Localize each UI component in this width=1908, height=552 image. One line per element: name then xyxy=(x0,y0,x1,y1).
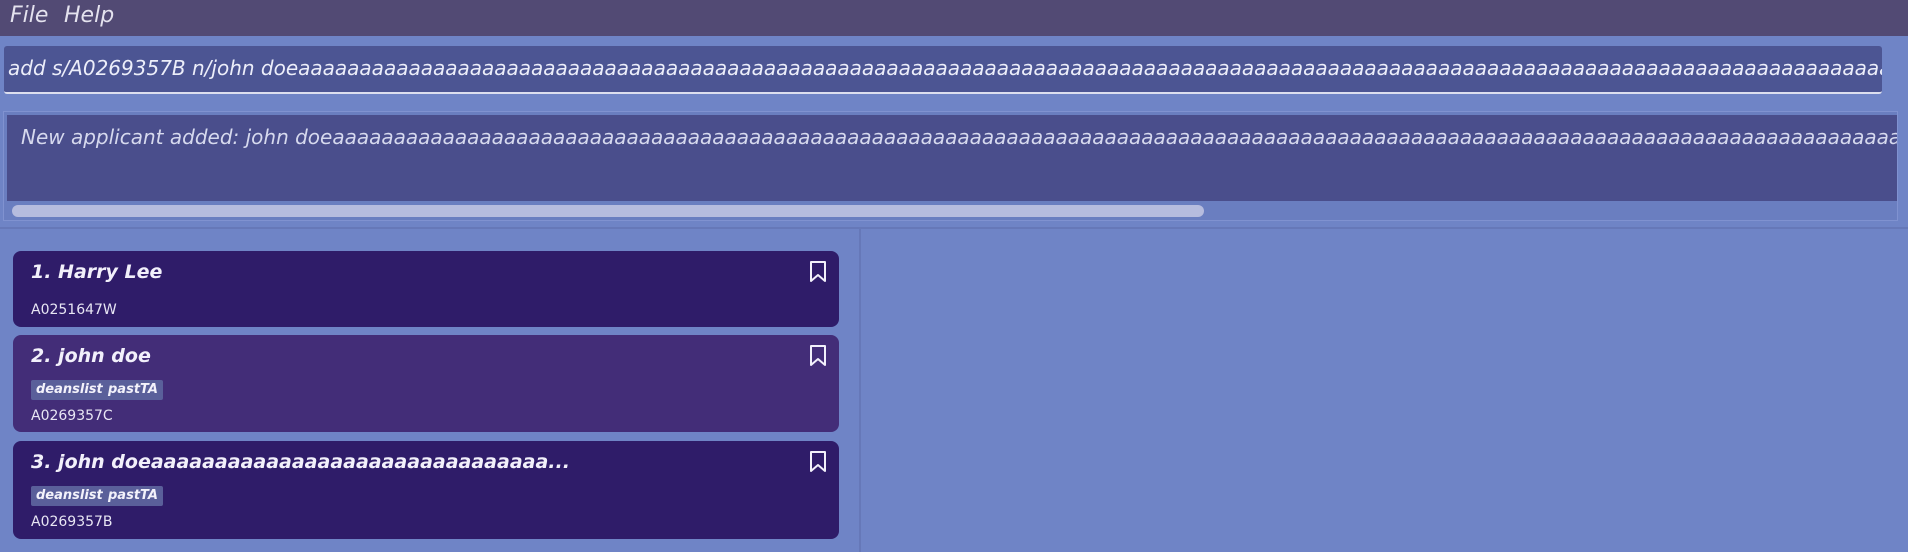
applicant-student-id: A0251647W xyxy=(31,302,117,318)
bookmark-icon[interactable] xyxy=(809,345,827,367)
applicant-name: 1. Harry Lee xyxy=(31,261,163,283)
applicant-card[interactable]: 2. john doe deanslist pastTA A0269357C xyxy=(13,335,839,432)
menu-bar: File Help xyxy=(0,0,1908,36)
tag-deanslist: deanslist xyxy=(31,380,108,400)
bookmark-icon[interactable] xyxy=(809,261,827,283)
bookmark-icon[interactable] xyxy=(809,451,827,473)
tag-deanslist: deanslist xyxy=(31,486,108,506)
applicant-card[interactable]: 3. john doeaaaaaaaaaaaaaaaaaaaaaaaaaaaaa… xyxy=(13,441,839,539)
applicant-name: 3. john doeaaaaaaaaaaaaaaaaaaaaaaaaaaaaa… xyxy=(31,451,570,473)
horizontal-scrollbar-thumb[interactable] xyxy=(12,205,1204,217)
result-display: New applicant added: john doeaaaaaaaaaaa… xyxy=(3,111,1898,221)
result-text-area[interactable]: New applicant added: john doeaaaaaaaaaaa… xyxy=(7,115,1897,201)
result-message: New applicant added: john doeaaaaaaaaaaa… xyxy=(21,125,1897,149)
applicant-student-id: A0269357C xyxy=(31,408,113,424)
menu-file[interactable]: File xyxy=(10,2,48,30)
tag-pastta: pastTA xyxy=(103,486,163,506)
panel-divider xyxy=(0,227,1908,229)
split-pane-divider[interactable] xyxy=(859,229,861,552)
applicant-card[interactable]: 1. Harry Lee A0251647W xyxy=(13,251,839,327)
applicant-student-id: A0269357B xyxy=(31,514,113,530)
menu-help[interactable]: Help xyxy=(64,2,114,30)
command-box[interactable]: add s/A0269357B n/john doeaaaaaaaaaaaaaa… xyxy=(4,46,1882,94)
command-text: add s/A0269357B n/john doeaaaaaaaaaaaaaa… xyxy=(8,56,1882,80)
command-input[interactable]: add s/A0269357B n/john doeaaaaaaaaaaaaaa… xyxy=(8,46,1882,90)
tag-pastta: pastTA xyxy=(103,380,163,400)
applicant-name: 2. john doe xyxy=(31,345,151,367)
